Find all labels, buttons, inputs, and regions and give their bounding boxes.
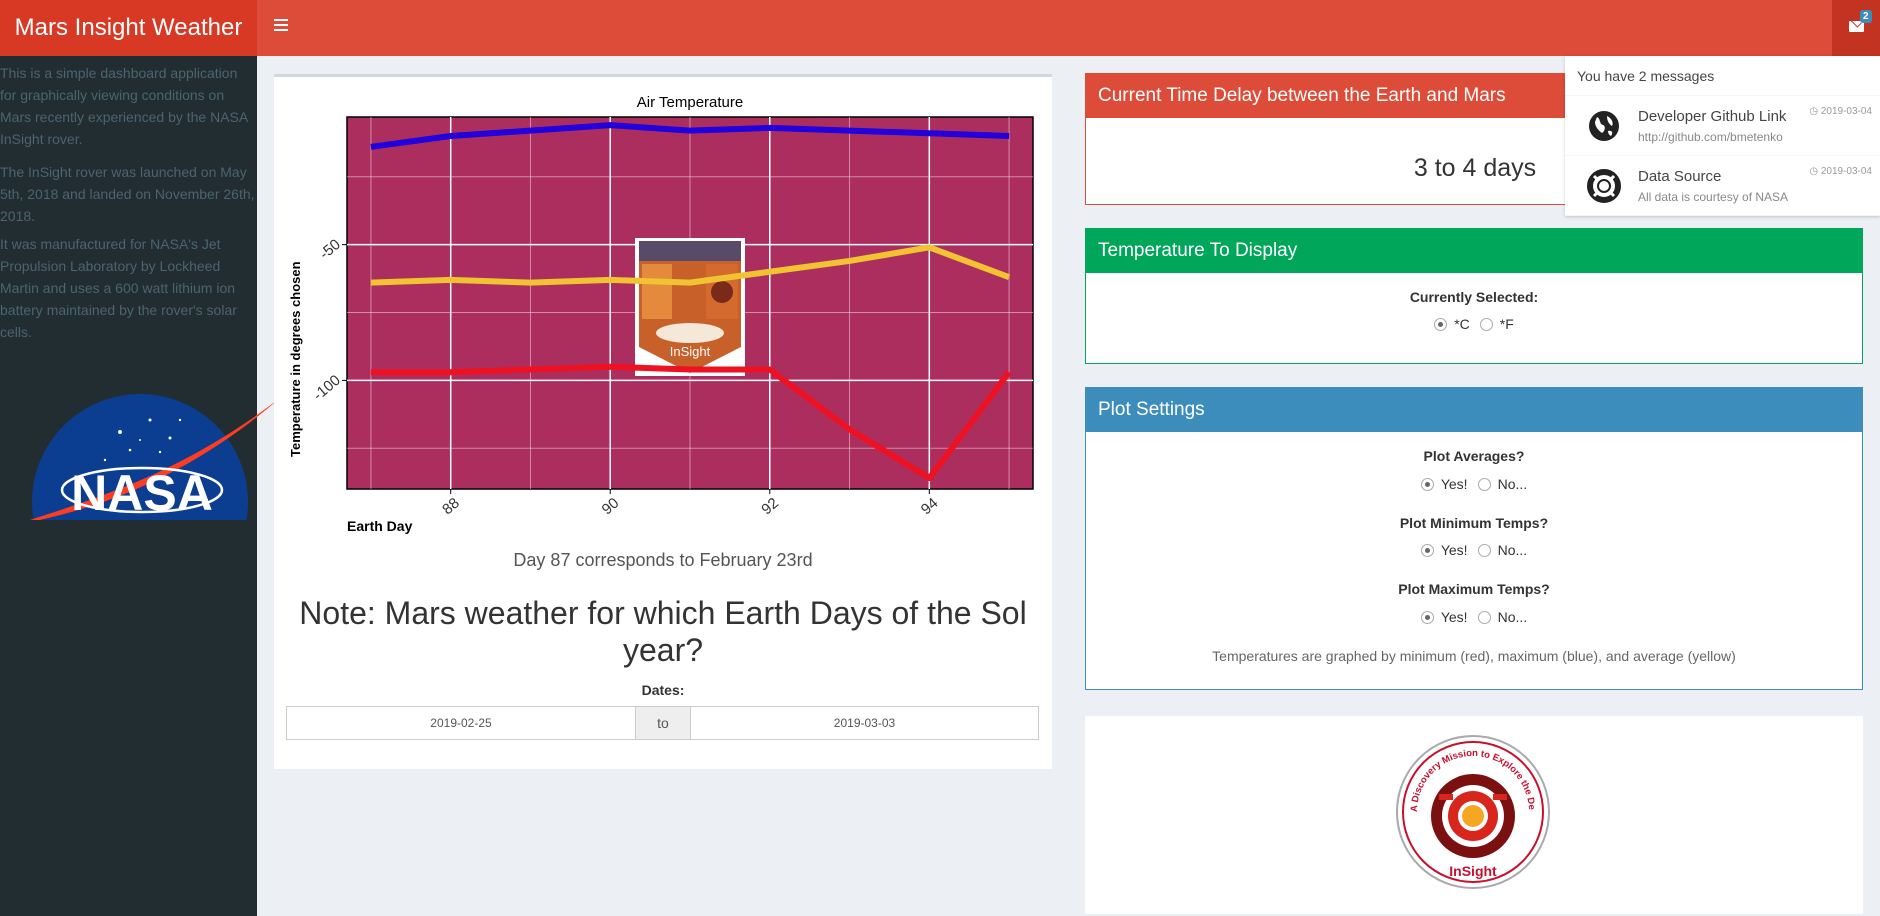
temperature-display-title: Temperature To Display [1086,229,1862,273]
y-tick-label: -100 [310,372,344,404]
messages-dropdown: You have 2 messages Developer Github Lin… [1565,56,1880,216]
celsius-option[interactable]: *C [1434,316,1470,332]
plot-averages-label: Plot Averages? [1423,448,1525,464]
sidebar-manufacturer-text: It was manufactured for NASA's Jet Propu… [0,236,237,340]
x-tick-label: 94 [918,495,942,519]
insight-mission-patch-image: InSight [635,238,745,376]
plot-minimum-no-option[interactable]: No... [1477,542,1527,558]
globe-icon [1589,111,1619,141]
nasa-logo-text: NASA [71,465,213,521]
x-tick-label: 88 [439,495,463,519]
insight-logo: A Discovery Mission to Explore the Deep … [1395,734,1550,889]
life-ring-icon [1587,169,1621,203]
message-time: ◷ 2019-03-04 [1809,166,1872,177]
y-axis-ticks: -50 -100 [310,236,347,404]
date-start-input[interactable]: 2019-02-25 [287,707,635,739]
date-range-separator: to [635,707,691,739]
messages-button[interactable]: 2 [1832,0,1880,56]
day-correspondence-note: Day 87 corresponds to February 23rd [513,550,813,570]
message-item-data-source[interactable]: Data Source All data is courtesy of NASA… [1565,156,1880,216]
nasa-logo: NASA [30,394,280,521]
plot-settings-box: Plot Settings Plot Averages? Yes! No... … [1085,387,1863,690]
x-axis-ticks: 88 90 92 94 [439,489,941,518]
message-item-github[interactable]: Developer Github Link http://github.com/… [1565,96,1880,156]
date-end-input[interactable]: 2019-03-03 [691,707,1038,739]
temperature-display-box: Temperature To Display Currently Selecte… [1085,228,1863,364]
plot-maximum-yes-option[interactable]: Yes! [1420,609,1468,625]
patch-label: InSight [670,344,711,359]
fahrenheit-option[interactable]: *F [1479,316,1514,332]
plot-minimum-label: Plot Minimum Temps? [1399,515,1549,531]
plot-minimum-yes-option[interactable]: Yes! [1420,542,1468,558]
insight-logo-label: InSight [1449,863,1497,879]
message-title: Data Source [1638,168,1722,185]
y-axis-label: Temperature in degrees chosen [288,261,303,457]
message-title: Developer Github Link [1638,108,1787,125]
temperature-unit-radio-group: *C *F [1086,316,1862,332]
messages-header: You have 2 messages [1565,56,1880,96]
celsius-radio[interactable] [1434,317,1448,331]
x-tick-label: 92 [758,495,782,519]
x-tick-label: 90 [599,495,623,519]
insight-logo-box: A Discovery Mission to Explore the Deep … [1085,716,1863,914]
message-subtitle: All data is courtesy of NASA [1638,190,1789,204]
plot-averages-yes-option[interactable]: Yes! [1420,476,1468,492]
chart-box: Air Temperature InSight 88 90 92 94 -50 -100… [274,74,1052,769]
plot-maximum-label: Plot Maximum Temps? [1398,581,1550,597]
air-temperature-chart: Air Temperature InSight 88 90 92 94 -50 -100… [288,94,1034,534]
currently-selected-label: Currently Selected: [1409,289,1539,305]
fahrenheit-radio[interactable] [1479,317,1493,331]
dates-label: Dates: [641,682,685,698]
plot-maximum-radio-group: Yes! No... [1086,609,1862,625]
sidebar-toggle-button[interactable] [268,16,294,40]
message-time: ◷ 2019-03-04 [1809,106,1872,117]
plot-settings-title: Plot Settings [1086,388,1862,432]
y-tick-label: -50 [316,236,344,263]
plot-minimum-radio-group: Yes! No... [1086,542,1862,558]
sidebar-intro-text: This is a simple dashboard application f… [0,65,248,147]
message-subtitle: http://github.com/bmetenko [1638,130,1783,144]
hamburger-icon [274,19,288,21]
plot-color-note: Temperatures are graphed by minimum (red… [1212,648,1736,664]
plot-averages-radio-group: Yes! No... [1086,476,1862,492]
x-axis-label: Earth Day [347,518,413,534]
sidebar-launch-text: The InSight rover was launched on May 5t… [0,164,255,224]
main-header: Mars Insight Weather 2 [0,0,1880,56]
date-range-input: 2019-02-25 to 2019-03-03 [286,706,1039,740]
plot-maximum-no-option[interactable]: No... [1477,609,1527,625]
message-count-badge: 2 [1860,10,1872,23]
chart-title: Air Temperature [637,94,743,111]
note-heading: Note: Mars weather for which Earth Days … [299,595,1027,668]
app-logo[interactable]: Mars Insight Weather [0,0,257,56]
plot-averages-no-option[interactable]: No... [1477,476,1527,492]
